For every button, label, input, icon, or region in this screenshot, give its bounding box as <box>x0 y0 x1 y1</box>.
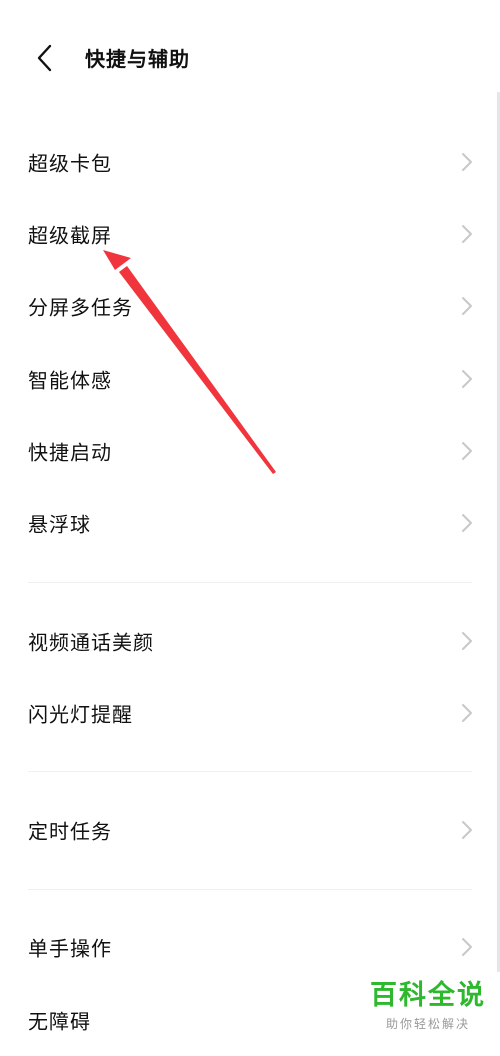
list-item-label: 分屏多任务 <box>28 295 133 320</box>
chevron-right-icon <box>462 938 472 956</box>
section-divider <box>28 889 472 890</box>
watermark-title: 百科全说 <box>370 980 486 1011</box>
list-item-quick-launch[interactable]: 快捷启动 <box>0 415 500 487</box>
watermark: 百科全说 助你轻松解决 <box>370 981 486 1032</box>
chevron-right-icon <box>462 153 472 171</box>
list-item-floating-ball[interactable]: 悬浮球 <box>0 487 500 559</box>
list-item-super-screenshot[interactable]: 超级截屏 <box>0 198 500 270</box>
list-item-split-screen[interactable]: 分屏多任务 <box>0 270 500 342</box>
top-app-bar: 快捷与辅助 <box>0 0 500 115</box>
list-item-label: 悬浮球 <box>28 512 91 537</box>
back-button[interactable] <box>28 38 68 78</box>
list-item-smart-motion[interactable]: 智能体感 <box>0 343 500 415</box>
list-item-label: 超级卡包 <box>28 151 112 176</box>
list-item-video-call-beauty[interactable]: 视频通话美颜 <box>0 605 500 677</box>
section-divider <box>28 771 472 772</box>
page-title: 快捷与辅助 <box>85 47 190 71</box>
list-item-label: 超级截屏 <box>28 223 112 248</box>
list-item-super-card-pack[interactable]: 超级卡包 <box>0 126 500 198</box>
section-divider <box>28 582 472 583</box>
chevron-right-icon <box>462 225 472 243</box>
list-item-label: 无障碍 <box>28 1009 91 1034</box>
chevron-right-icon <box>462 632 472 650</box>
chevron-right-icon <box>462 514 472 532</box>
chevron-right-icon <box>462 442 472 460</box>
list-item-label: 快捷启动 <box>28 440 112 465</box>
list-item-one-handed-mode[interactable]: 单手操作 <box>0 911 500 983</box>
list-item-label: 闪光灯提醒 <box>28 702 133 727</box>
list-item-label: 单手操作 <box>28 936 112 961</box>
chevron-right-icon <box>462 821 472 839</box>
list-item-label: 定时任务 <box>28 819 112 844</box>
list-item-label: 视频通话美颜 <box>28 630 154 655</box>
chevron-right-icon <box>462 370 472 388</box>
chevron-right-icon <box>462 704 472 722</box>
list-item-flash-alert[interactable]: 闪光灯提醒 <box>0 677 500 749</box>
list-item-label: 智能体感 <box>28 368 112 393</box>
chevron-right-icon <box>462 297 472 315</box>
watermark-subtitle: 助你轻松解决 <box>385 1017 470 1031</box>
chevron-left-icon <box>37 44 52 72</box>
list-item-scheduled-tasks[interactable]: 定时任务 <box>0 794 500 866</box>
